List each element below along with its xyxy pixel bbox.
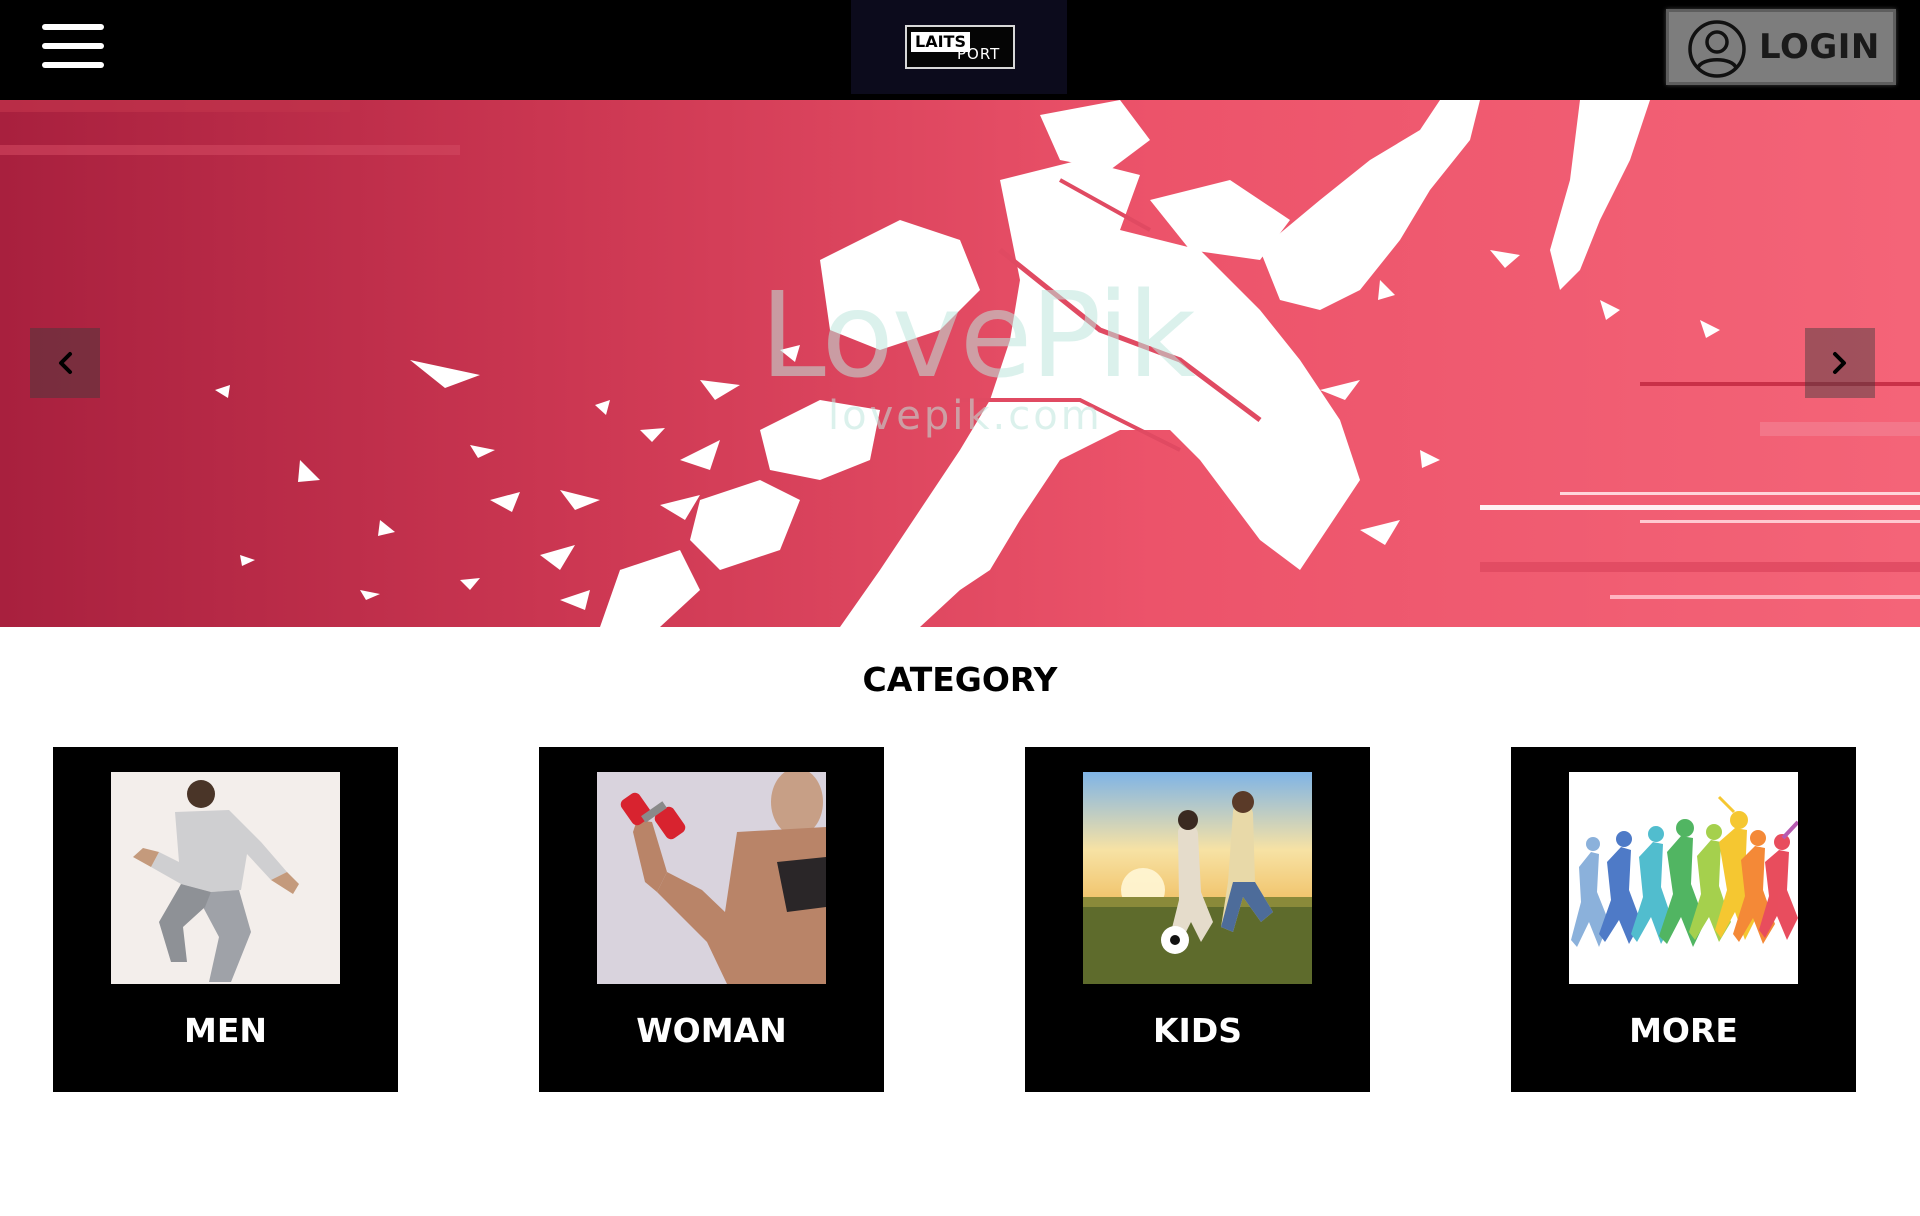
- man-athlete-photo: [111, 772, 340, 984]
- watermark-logo: LovePik: [760, 266, 1196, 404]
- category-label: KIDS: [1152, 1011, 1242, 1050]
- category-card-kids[interactable]: KIDS: [1025, 747, 1370, 1092]
- user-avatar-icon: [1688, 20, 1746, 78]
- category-card-more[interactable]: MORE: [1511, 747, 1856, 1092]
- category-heading: CATEGORY: [862, 660, 1058, 699]
- login-button[interactable]: LOGIN: [1666, 9, 1896, 85]
- logo-mark: LAITS PORT: [905, 25, 1015, 69]
- carousel-prev-button[interactable]: [30, 328, 100, 398]
- login-label: LOGIN: [1759, 27, 1880, 67]
- hero-carousel: LovePik lovepik.com: [0, 100, 1920, 627]
- carousel-next-button[interactable]: [1805, 328, 1875, 398]
- chevron-left-icon: [59, 352, 72, 374]
- site-logo[interactable]: LAITS PORT: [851, 0, 1067, 94]
- kids-soccer-photo: [1083, 772, 1312, 984]
- category-label: WOMAN: [636, 1011, 787, 1050]
- chevron-right-icon: [1833, 352, 1846, 374]
- logo-text-port: PORT: [957, 45, 1001, 63]
- woman-dumbbell-photo: [597, 772, 826, 984]
- watermark-url: lovepik.com: [828, 393, 1103, 439]
- category-card-men[interactable]: MEN: [53, 747, 398, 1092]
- colorful-sports-silhouettes: [1569, 772, 1798, 984]
- category-card-woman[interactable]: WOMAN: [539, 747, 884, 1092]
- category-label: MEN: [184, 1011, 267, 1050]
- category-label: MORE: [1629, 1011, 1738, 1050]
- top-nav-bar: LAITS PORT LOGIN: [0, 0, 1920, 100]
- hamburger-menu-icon[interactable]: [42, 24, 104, 68]
